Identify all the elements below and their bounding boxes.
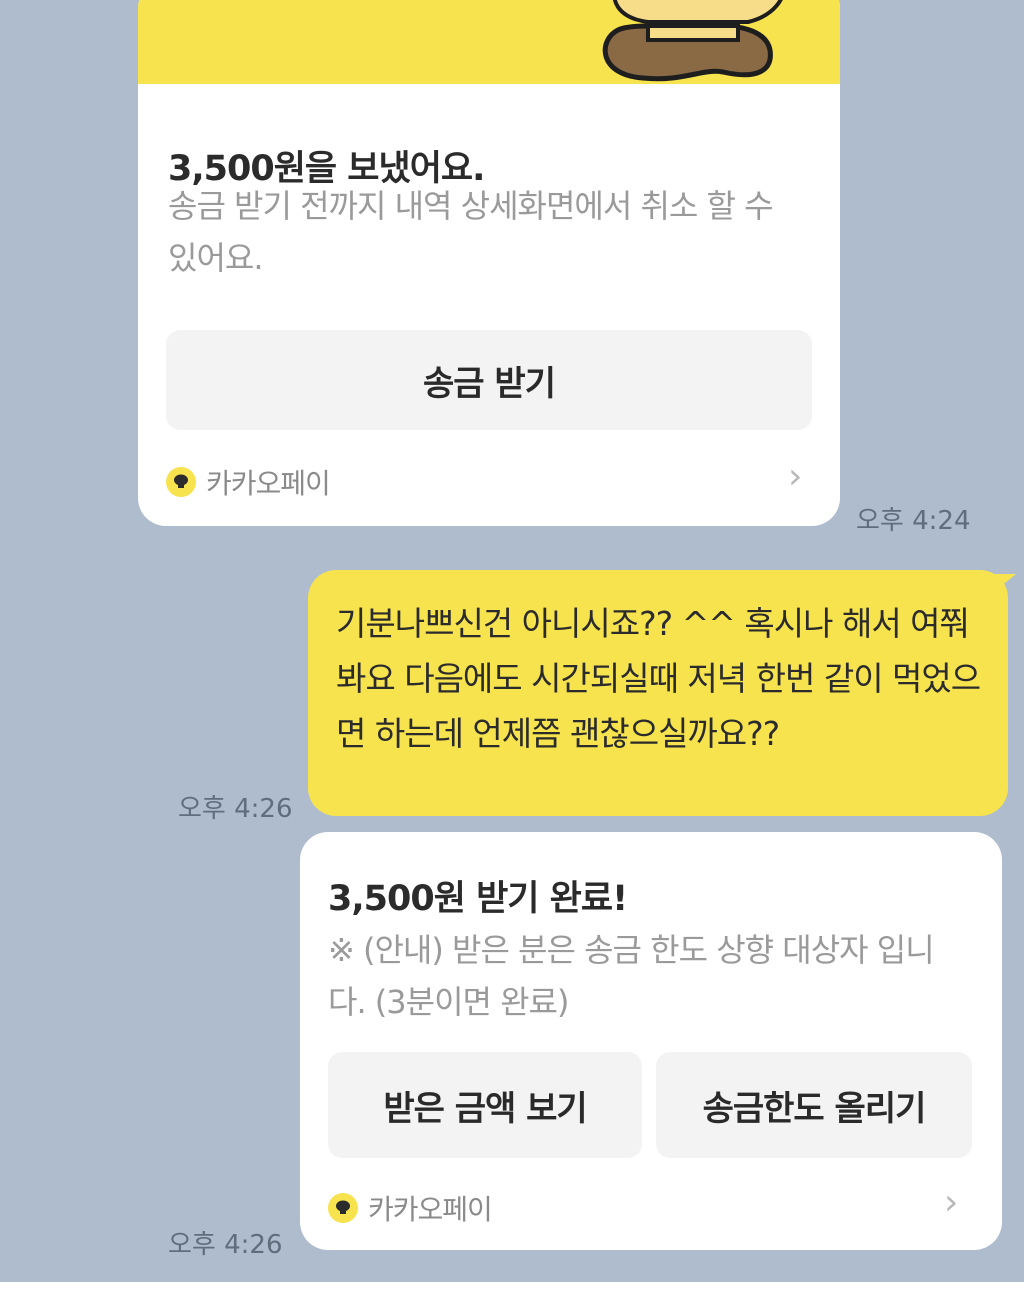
message-time: 오후 4:26 bbox=[168, 1230, 283, 1260]
outgoing-message-bubble: 기분나쁘신건 아니시죠?? ^^ 혹시나 해서 여쭤봐요 다음에도 시간되실때 … bbox=[308, 570, 1016, 816]
receive-transfer-button[interactable]: 송금 받기 bbox=[166, 330, 812, 430]
kakaopay-footer[interactable]: 카카오페이 bbox=[328, 1188, 493, 1228]
kakaopay-footer[interactable]: 카카오페이 bbox=[166, 462, 331, 502]
kakaopay-logo-icon bbox=[328, 1193, 358, 1223]
message-time: 오후 4:26 bbox=[178, 794, 293, 824]
chat-area: 3,500원을 보냈어요. 송금 받기 전까지 내역 상세화면에서 취소 할 수… bbox=[0, 0, 1024, 1282]
kakaopay-receive-card: 3,500원 받기 완료! ※ (안내) 받은 분은 송금 한도 상향 대상자 … bbox=[300, 832, 1002, 1250]
view-received-amount-button[interactable]: 받은 금액 보기 bbox=[328, 1052, 642, 1158]
card-description: ※ (안내) 받은 분은 송금 한도 상향 대상자 입니다. (3분이면 완료) bbox=[328, 931, 935, 1021]
mascot-illustration bbox=[602, 0, 783, 82]
card-description: 송금 받기 전까지 내역 상세화면에서 취소 할 수 있어요. bbox=[168, 187, 774, 277]
kakaopay-send-card: 3,500원을 보냈어요. 송금 받기 전까지 내역 상세화면에서 취소 할 수… bbox=[138, 0, 840, 526]
card-banner bbox=[138, 0, 840, 84]
chevron-right-icon[interactable]: › bbox=[944, 1182, 958, 1223]
bubble-tail bbox=[994, 574, 1016, 592]
kakaopay-label: 카카오페이 bbox=[206, 467, 331, 500]
chevron-right-icon[interactable]: › bbox=[788, 456, 802, 497]
message-time: 오후 4:24 bbox=[856, 506, 971, 536]
kakaopay-logo-icon bbox=[166, 467, 196, 497]
kakaopay-label: 카카오페이 bbox=[368, 1193, 493, 1226]
card-title: 3,500원 받기 완료! bbox=[328, 879, 628, 919]
raise-transfer-limit-button[interactable]: 송금한도 올리기 bbox=[656, 1052, 972, 1158]
message-text: 기분나쁘신건 아니시죠?? ^^ 혹시나 해서 여쭤봐요 다음에도 시간되실때 … bbox=[336, 604, 981, 753]
